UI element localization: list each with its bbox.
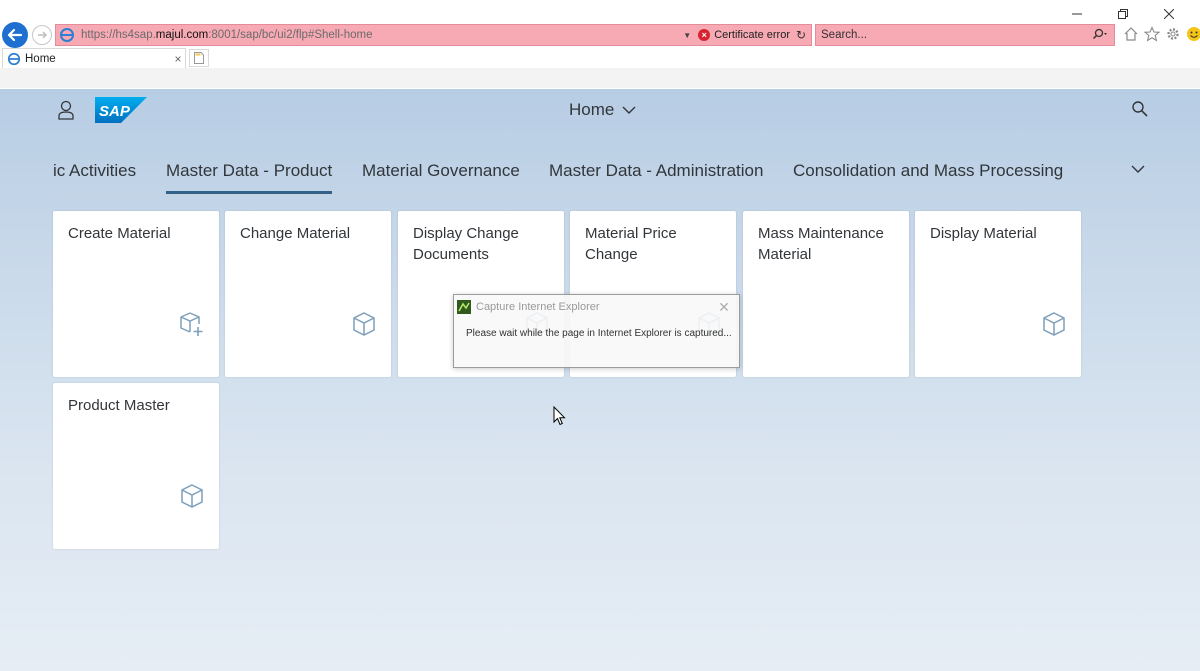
ie-page-icon <box>60 28 74 42</box>
tile-mass-maintenance-material[interactable]: Mass Maintenance Material <box>743 211 909 377</box>
tile-title: Create Material <box>68 225 171 242</box>
dialog-header: Capture Internet Explorer ✕ <box>454 295 739 319</box>
close-window-icon[interactable] <box>1146 4 1192 24</box>
capture-app-icon <box>457 300 471 314</box>
svg-text:SAP: SAP <box>99 103 131 120</box>
window-controls <box>1054 4 1192 24</box>
user-icon[interactable] <box>56 99 76 121</box>
mouse-cursor-icon <box>553 406 566 426</box>
new-tab-button[interactable] <box>189 49 209 67</box>
create-cube-icon <box>180 312 203 336</box>
anchor-tab-material-governance[interactable]: Material Governance <box>362 161 520 181</box>
browser-chrome: https://hs4sap.majul.com:8001/sap/bc/ui2… <box>0 0 1200 88</box>
shell-header: SAP Home <box>0 89 1200 133</box>
url-suffix: :8001/sap/bc/ui2/flp#Shell-home <box>208 29 373 41</box>
dialog-title: Capture Internet Explorer <box>476 301 600 313</box>
error-icon: × <box>698 29 711 41</box>
feedback-smiley-icon[interactable] <box>1185 25 1200 43</box>
arrow-left-icon <box>7 28 23 42</box>
new-page-icon <box>194 52 204 64</box>
tile-title: Product Master <box>68 397 170 414</box>
tile-title: Change Material <box>240 225 351 242</box>
sap-logo[interactable]: SAP <box>95 97 147 123</box>
favorites-star-icon[interactable] <box>1143 25 1161 43</box>
cube-icon <box>181 484 203 508</box>
address-bar[interactable]: https://hs4sap.majul.com:8001/sap/bc/ui2… <box>55 24 812 46</box>
certificate-error-button[interactable]: × Certificate error <box>694 29 794 41</box>
dialog-message: Please wait while the page in Internet E… <box>466 328 732 339</box>
anchor-tab-master-data-product[interactable]: Master Data - Product <box>166 161 333 194</box>
tile-product-master[interactable]: Product Master <box>53 383 219 549</box>
certificate-error-label: Certificate error <box>714 29 790 41</box>
tile-title: Display Material <box>930 225 1037 242</box>
cube-icon <box>353 312 375 336</box>
cube-icon <box>1043 312 1065 336</box>
url-text[interactable]: https://hs4sap.majul.com:8001/sap/bc/ui2… <box>81 29 680 41</box>
browser-search-box[interactable]: Search... <box>815 24 1115 46</box>
settings-gear-icon[interactable] <box>1164 25 1182 43</box>
tile-title: Material Price Change <box>585 225 677 263</box>
url-prefix: https://hs4sap. <box>81 29 156 41</box>
forward-button[interactable] <box>32 25 52 45</box>
restore-icon[interactable] <box>1100 4 1146 24</box>
tile-change-material[interactable]: Change Material <box>225 211 391 377</box>
shell-title-menu[interactable]: Home <box>569 100 636 120</box>
fiori-launchpad: SAP Home ic Activities Master Data - Pro… <box>0 89 1200 671</box>
shell-search-icon[interactable] <box>1131 100 1149 118</box>
minimize-icon[interactable] <box>1054 4 1100 24</box>
tab-label: Home <box>25 52 56 65</box>
address-dropdown-icon[interactable]: ▼ <box>680 31 694 40</box>
tile-title: Display Change Documents <box>413 225 519 263</box>
chevron-down-icon <box>622 106 636 114</box>
home-icon[interactable] <box>1122 25 1140 43</box>
search-placeholder: Search... <box>821 29 868 41</box>
anchor-tab-consolidation-mass-processing[interactable]: Consolidation and Mass Processing <box>793 161 1063 181</box>
group-anchor-bar: ic Activities Master Data - Product Mate… <box>53 149 1153 195</box>
ie-tab-icon <box>7 52 21 65</box>
refresh-icon[interactable]: ↻ <box>794 28 808 42</box>
back-button[interactable] <box>2 22 28 48</box>
arrow-right-icon <box>38 31 47 39</box>
dialog-close-icon[interactable]: ✕ <box>709 299 739 316</box>
tile-create-material[interactable]: Create Material <box>53 211 219 377</box>
anchor-tab-master-data-administration[interactable]: Master Data - Administration <box>549 161 763 181</box>
tile-display-material[interactable]: Display Material <box>915 211 1081 377</box>
tile-title: Mass Maintenance Material <box>758 225 884 263</box>
capture-dialog: Capture Internet Explorer ✕ Please wait … <box>453 294 740 368</box>
anchor-tab-ic-activities[interactable]: ic Activities <box>53 161 136 181</box>
anchor-overflow-chevron-icon[interactable] <box>1130 161 1146 177</box>
browser-toolbar-icons <box>1122 25 1200 43</box>
command-bar <box>0 68 1200 88</box>
browser-tab-home[interactable]: Home × <box>2 48 186 68</box>
tab-close-icon[interactable]: × <box>171 52 185 66</box>
url-host: majul.com <box>155 29 209 41</box>
browser-search-icon[interactable] <box>1088 28 1114 43</box>
shell-title: Home <box>569 100 615 119</box>
